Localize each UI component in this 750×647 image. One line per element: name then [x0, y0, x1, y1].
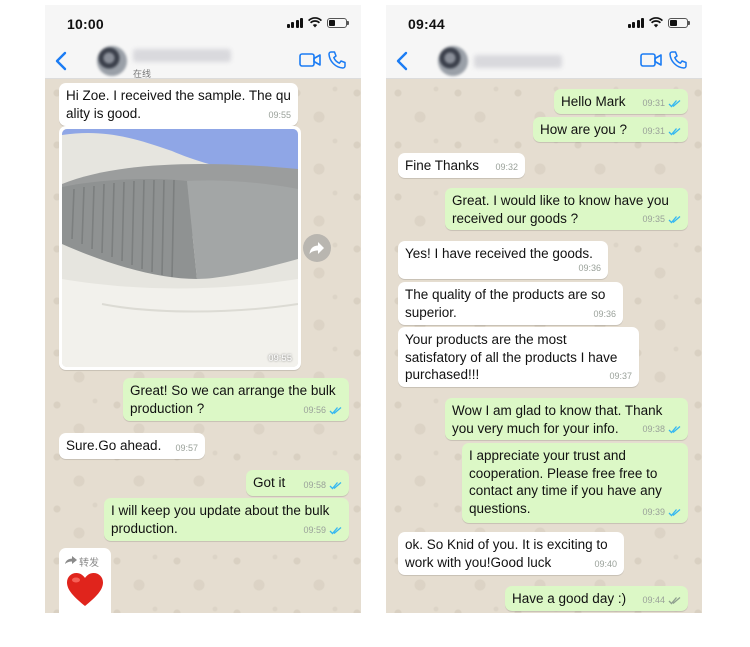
- contact-name-blurred: [133, 49, 231, 62]
- message-time: 09:44: [642, 594, 665, 605]
- read-ticks-icon: [329, 406, 342, 415]
- forwarded-emoji-message[interactable]: 转发: [59, 548, 111, 613]
- message-bubble-incoming[interactable]: ok. So Knid of you. It is exciting to wo…: [398, 532, 624, 575]
- read-ticks-icon: [668, 596, 681, 605]
- message-bubble-incoming[interactable]: Sure.Go ahead. 09:57: [59, 433, 205, 459]
- video-call-icon[interactable]: [299, 52, 321, 68]
- message-time: 09:40: [594, 558, 617, 569]
- message-time: 09:37: [609, 370, 632, 381]
- forward-label: 转发: [79, 558, 99, 569]
- left-chat-screen: 10:00 在线 Hi Zoe. I received the sample. …: [45, 5, 361, 613]
- message-bubble-outgoing[interactable]: Great! So we can arrange the bulk produc…: [123, 378, 349, 421]
- message-bubble-outgoing[interactable]: Got it 09:58: [246, 470, 349, 496]
- message-time: 09:36: [578, 262, 601, 273]
- message-time: 09:32: [495, 161, 518, 172]
- message-text: Your products are the most satisfatory o…: [405, 332, 618, 382]
- read-ticks-icon: [668, 215, 681, 224]
- message-text: Hi Zoe. I received the sample. The qu al…: [66, 88, 291, 121]
- status-time: 10:00: [67, 16, 104, 32]
- signal-icon: [627, 17, 644, 28]
- message-time: 09:31: [642, 125, 665, 136]
- status-bar: 09:44: [386, 5, 702, 43]
- message-bubble-incoming[interactable]: Fine Thanks 09:32: [398, 153, 525, 178]
- message-bubble-incoming[interactable]: Your products are the most satisfatory o…: [398, 327, 639, 387]
- phone-call-icon[interactable]: [327, 50, 347, 70]
- message-time: 09:39: [642, 506, 665, 517]
- red-heart-emoji-icon: [67, 573, 103, 606]
- contact-avatar[interactable]: [97, 46, 127, 76]
- image-message[interactable]: 09:55: [59, 126, 301, 370]
- battery-icon: [668, 17, 690, 28]
- status-time: 09:44: [408, 16, 445, 32]
- message-bubble-outgoing[interactable]: Great. I would like to know have you rec…: [445, 188, 688, 230]
- message-bubble-outgoing[interactable]: Wow I am glad to know that. Thank you ve…: [445, 398, 688, 440]
- image-time: 09:55: [268, 353, 292, 364]
- message-time: 09:56: [303, 404, 326, 415]
- contact-name-blurred: [474, 55, 562, 68]
- read-ticks-icon: [668, 425, 681, 434]
- message-time: 09:55: [268, 109, 291, 120]
- read-ticks-icon: [668, 127, 681, 136]
- phone-call-icon[interactable]: [668, 50, 688, 70]
- message-time: 09:35: [642, 213, 665, 224]
- message-time: 09:36: [593, 308, 616, 319]
- message-bubble-outgoing[interactable]: I will keep you update about the bulk pr…: [104, 498, 349, 541]
- right-chat-screen: 09:44 Hello Mark 09:31 How are you ? 09:…: [386, 5, 702, 613]
- message-bubble-incoming[interactable]: Hi Zoe. I received the sample. The qu al…: [59, 83, 298, 126]
- forward-icon: [65, 556, 77, 564]
- contact-avatar[interactable]: [438, 46, 468, 76]
- read-ticks-icon: [329, 481, 342, 490]
- back-chevron-icon[interactable]: [52, 49, 72, 73]
- video-call-icon[interactable]: [640, 52, 662, 68]
- message-bubble-outgoing[interactable]: Have a good day :) 09:44: [505, 586, 688, 611]
- sweater-sleeve-image: [62, 129, 298, 367]
- message-time: 09:31: [642, 97, 665, 108]
- message-time: 09:59: [303, 524, 326, 535]
- read-ticks-icon: [329, 526, 342, 535]
- contact-status: 在线: [133, 69, 152, 79]
- message-text: Yes! I have received the goods.: [405, 246, 593, 261]
- signal-icon: [286, 17, 303, 28]
- message-bubble-outgoing[interactable]: I appreciate your trust and cooperation.…: [462, 443, 688, 523]
- sweater-photo[interactable]: 09:55: [62, 129, 298, 367]
- message-time: 09:58: [303, 479, 326, 490]
- forward-icon: [309, 242, 324, 254]
- message-bubble-incoming[interactable]: Yes! I have received the goods. 09:36: [398, 241, 608, 279]
- message-text: The quality of the products are so super…: [405, 287, 606, 320]
- message-time: 09:57: [175, 442, 198, 453]
- chat-header: 在线: [45, 43, 361, 79]
- message-text: ok. So Knid of you. It is exciting to wo…: [405, 537, 608, 570]
- status-bar: 10:00: [45, 5, 361, 43]
- message-time: 09:38: [642, 423, 665, 434]
- battery-icon: [327, 17, 349, 28]
- read-ticks-icon: [668, 508, 681, 517]
- message-bubble-outgoing[interactable]: Hello Mark 09:31: [554, 89, 688, 114]
- read-ticks-icon: [668, 99, 681, 108]
- message-bubble-outgoing[interactable]: How are you ? 09:31: [533, 117, 688, 142]
- message-bubble-incoming[interactable]: The quality of the products are so super…: [398, 282, 623, 325]
- back-chevron-icon[interactable]: [393, 49, 413, 73]
- wifi-icon: [308, 17, 322, 28]
- chat-header: [386, 43, 702, 79]
- wifi-icon: [649, 17, 663, 28]
- forward-button[interactable]: [303, 234, 331, 262]
